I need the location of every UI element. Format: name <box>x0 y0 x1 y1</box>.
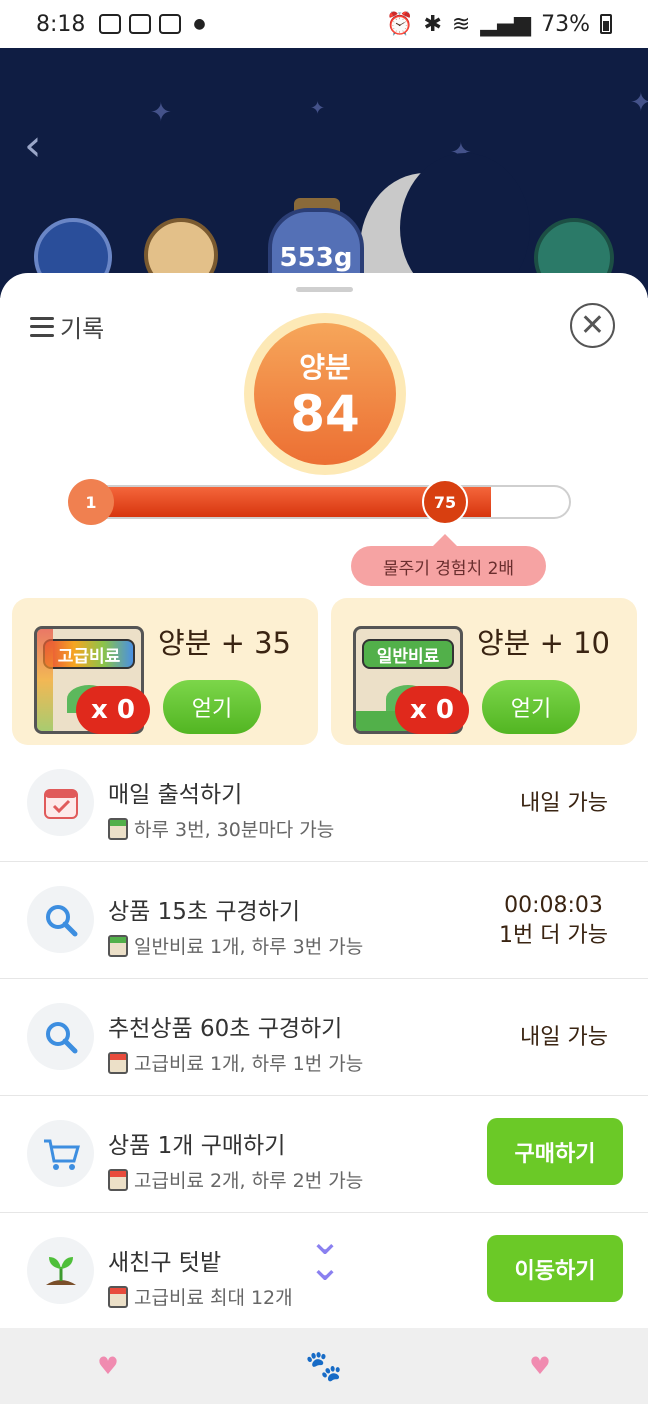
regular-fertilizer-card: 일반비료 x 0 양분 + 10 얻기 <box>331 598 637 745</box>
nutrient-badge: 양분 84 <box>244 313 406 475</box>
nutrient-label: 양분 <box>299 351 351 384</box>
hamburger-menu-icon <box>30 316 54 337</box>
sheet-handle[interactable] <box>296 287 353 292</box>
status-line: 내일 가능 <box>520 1024 608 1050</box>
task-status: 내일 가능 <box>520 745 608 862</box>
progress-marker: 75 <box>422 479 468 525</box>
status-line: 내일 가능 <box>520 790 608 816</box>
star-icon: ✦ <box>150 98 172 128</box>
task-title: 새친구 텃밭 <box>108 1250 222 1276</box>
status-time: 8:18 <box>36 11 86 37</box>
close-icon: ✕ <box>579 308 606 343</box>
instagram-icon <box>159 14 182 34</box>
search-icon <box>27 1003 94 1070</box>
task-subtitle: 일반비료 1개, 하루 3번 가능 <box>108 932 363 959</box>
fertilizer-icon <box>108 1285 128 1308</box>
heart-icon[interactable]: ♥ <box>510 1352 570 1380</box>
battery-icon <box>600 14 612 34</box>
buy-button[interactable]: 구매하기 <box>487 1118 623 1185</box>
get-regular-button[interactable]: 얻기 <box>482 680 580 734</box>
fertilizer-icon <box>108 1051 128 1074</box>
task-status: 00:08:03 1번 더 가능 <box>499 862 608 979</box>
double-chevron-down-icon[interactable]: ⌄ ⌄ <box>300 1221 350 1288</box>
progress-tooltip: 물주기 경험치 2배 <box>351 534 546 586</box>
move-button[interactable]: 이동하기 <box>487 1235 623 1302</box>
fertilizer-count: x 0 <box>76 686 150 734</box>
search-icon <box>27 886 94 953</box>
nutrient-gain: 양분 + 35 <box>158 626 291 660</box>
jar-label: 553g <box>279 243 353 273</box>
nutrient-sheet: 기록 ✕ 양분 84 1 75 물주기 경험치 2배 고급비료 x 0 양분 +… <box>0 273 648 1328</box>
log-label: 기록 <box>60 315 105 343</box>
chevron-left-icon[interactable]: ‹ <box>24 120 42 171</box>
task-subtitle: 고급비료 2개, 하루 2번 가능 <box>108 1166 363 1193</box>
wifi-icon: ≋ <box>451 11 471 37</box>
nutrient-gain: 양분 + 10 <box>477 626 610 660</box>
premium-fertilizer-card: 고급비료 x 0 양분 + 35 얻기 <box>12 598 318 745</box>
fertilizer-icon <box>108 1168 128 1191</box>
close-button[interactable]: ✕ <box>570 303 615 348</box>
sprout-icon <box>27 1237 94 1304</box>
status-bar: 8:18 ● ⏰ ✱ ≋ ▂▄▆ 73% <box>0 0 648 48</box>
bag-label: 고급비료 <box>43 639 135 669</box>
task-browse-recommended-60s[interactable]: 추천상품 60초 구경하기 고급비료 1개, 하루 1번 가능 내일 가능 <box>0 979 648 1096</box>
fertilizer-icon <box>108 817 128 840</box>
calendar-icon <box>27 769 94 836</box>
get-premium-button[interactable]: 얻기 <box>163 680 261 734</box>
task-subtitle-text: 고급비료 1개, 하루 1번 가능 <box>134 1053 364 1075</box>
gallery-icon <box>99 14 122 34</box>
task-subtitle: 고급비료 1개, 하루 1번 가능 <box>108 1049 363 1076</box>
alarm-icon: ⏰ <box>386 11 414 37</box>
fertilizer-icon <box>108 934 128 957</box>
nutrient-value: 84 <box>290 385 360 443</box>
task-subtitle-text: 하루 3번, 30분마다 가능 <box>134 819 335 841</box>
progress-start: 1 <box>68 479 114 525</box>
bag-label: 일반비료 <box>362 639 454 669</box>
task-daily-attendance[interactable]: 매일 출석하기 하루 3번, 30분마다 가능 내일 가능 <box>0 745 648 862</box>
star-icon: ✦ <box>630 88 648 118</box>
task-buy-product: 상품 1개 구매하기 고급비료 2개, 하루 2번 가능 구매하기 <box>0 1096 648 1213</box>
task-title: 상품 15초 구경하기 <box>108 899 301 925</box>
battery-percent: 73% <box>541 11 590 37</box>
star-icon: ✦ <box>310 98 326 119</box>
task-title: 상품 1개 구매하기 <box>108 1133 286 1159</box>
bottom-tab-bar: ♥ 🐾 ♥ <box>0 1328 648 1404</box>
task-title: 매일 출석하기 <box>108 782 243 808</box>
cart-icon <box>27 1120 94 1187</box>
status-line: 1번 더 가능 <box>499 922 608 948</box>
heart-icon[interactable]: ♥ <box>78 1352 138 1380</box>
task-title: 추천상품 60초 구경하기 <box>108 1016 343 1042</box>
task-subtitle-text: 고급비료 최대 12개 <box>134 1287 293 1309</box>
fertilizer-count: x 0 <box>395 686 469 734</box>
bluetooth-icon: ✱ <box>423 11 442 37</box>
timer: 00:08:03 <box>504 892 603 918</box>
paw-icon[interactable]: 🐾 <box>294 1349 354 1384</box>
nutrient-progress-bar <box>78 485 571 519</box>
notification-dot-icon: ● <box>193 16 206 32</box>
task-subtitle-text: 일반비료 1개, 하루 3번 가능 <box>134 936 364 958</box>
task-status: 내일 가능 <box>520 979 608 1096</box>
status-right: ⏰ ✱ ≋ ▂▄▆ 73% <box>386 12 612 37</box>
task-browse-15s[interactable]: 상품 15초 구경하기 일반비료 1개, 하루 3번 가능 00:08:03 1… <box>0 862 648 979</box>
webtoon-icon <box>129 14 152 34</box>
task-subtitle: 하루 3번, 30분마다 가능 <box>108 815 334 842</box>
task-subtitle: 고급비료 최대 12개 <box>108 1283 293 1310</box>
garden-scene: ‹ ✦ ✦ ✦ ✦ 553g <box>0 48 648 298</box>
task-subtitle-text: 고급비료 2개, 하루 2번 가능 <box>134 1170 364 1192</box>
signal-icon: ▂▄▆ <box>480 11 532 37</box>
log-button[interactable]: 기록 <box>30 309 104 344</box>
